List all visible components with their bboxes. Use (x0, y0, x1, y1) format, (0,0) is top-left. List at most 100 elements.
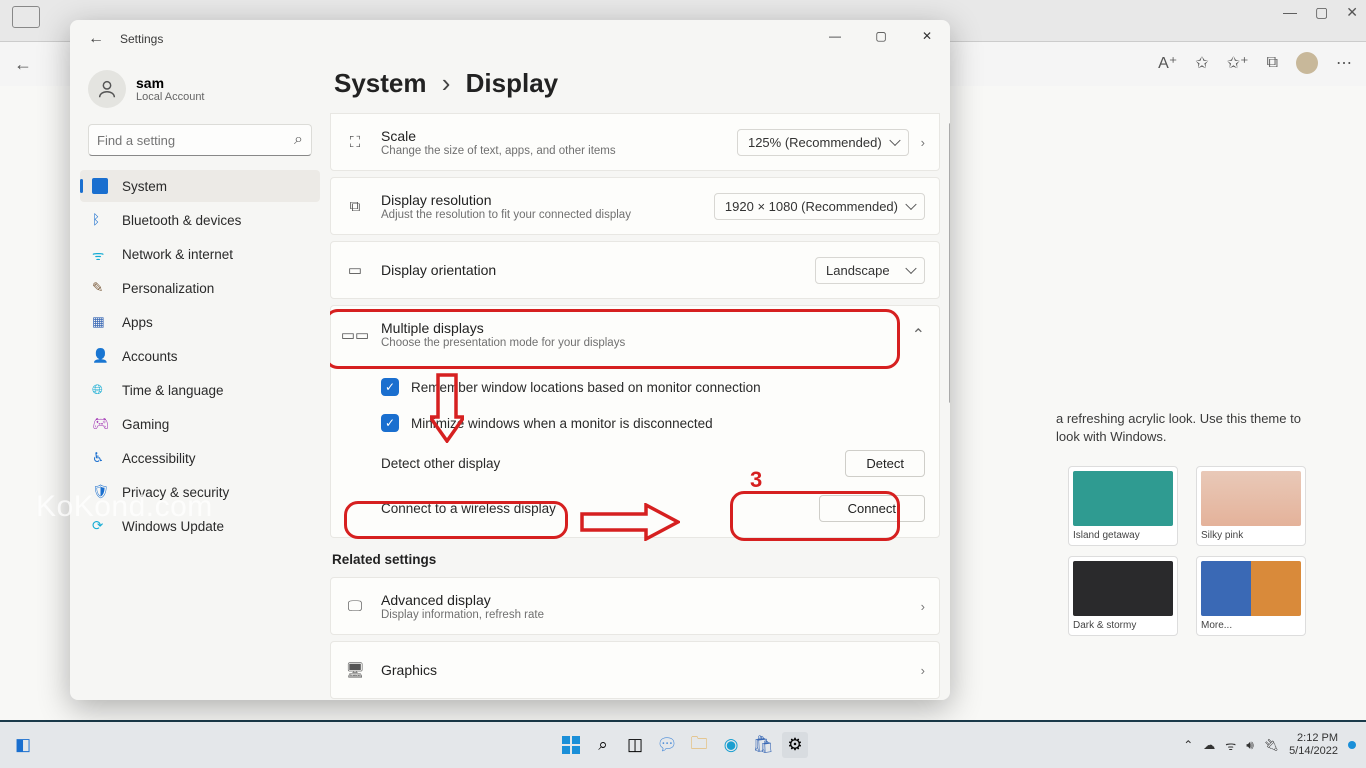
brush-icon: ✎ (92, 280, 108, 296)
remember-locations-row[interactable]: ✓ Remember window locations based on mon… (331, 369, 939, 405)
chevron-right-icon: › (921, 663, 925, 678)
theme-tile-island[interactable]: Island getaway (1068, 466, 1178, 546)
settings-nav: System ᛒBluetooth & devices ᯤNetwork & i… (74, 168, 326, 544)
graphics-icon: 🖥︎ (345, 661, 365, 679)
resolution-dropdown[interactable]: 1920 × 1080 (Recommended) (714, 193, 925, 220)
user-name: sam (136, 75, 205, 91)
window-close-button[interactable]: ✕ (904, 20, 950, 52)
settings-content[interactable]: ⛶ Scale Change the size of text, apps, a… (330, 113, 950, 700)
nav-apps[interactable]: ▦Apps (80, 306, 320, 338)
taskbar: ◧ ⌕ ◫ 💬︎ 🗀 ◉ 🛍︎ ⚙ ⌃ ☁︎ ᯤ 🔊︎ 🔌︎ 2:12 PM 5… (0, 722, 1366, 768)
window-minimize-button[interactable]: — (812, 20, 858, 52)
file-explorer-icon[interactable]: 🗀 (686, 732, 712, 758)
minimize-windows-row[interactable]: ✓ Minimize windows when a monitor is dis… (331, 405, 939, 441)
monitor-icon: 🖵 (345, 598, 365, 615)
shield-icon: 🛡︎ (92, 484, 108, 500)
connect-wireless-row: Connect to a wireless display Connect (331, 486, 939, 531)
favorites-bar-icon[interactable]: ✩⁺ (1227, 53, 1249, 73)
graphics-row[interactable]: 🖥︎ Graphics › (330, 641, 940, 699)
browser-minimize-icon[interactable]: — (1283, 4, 1297, 21)
volume-tray-icon[interactable]: 🔊︎ (1246, 738, 1254, 753)
update-icon: ⟳ (92, 518, 108, 534)
multiple-displays-row[interactable]: ▭▭ Multiple displays Choose the presenta… (330, 305, 940, 363)
read-aloud-icon[interactable]: A⁺ (1158, 53, 1177, 73)
tray-chevron-icon[interactable]: ⌃ (1183, 738, 1193, 752)
detect-button[interactable]: Detect (845, 450, 925, 477)
minimize-checkbox[interactable]: ✓ (381, 414, 399, 432)
settings-title: Settings (120, 32, 163, 46)
search-input[interactable] (97, 133, 294, 148)
connect-button[interactable]: Connect (819, 495, 925, 522)
browser-maximize-icon[interactable]: ▢ (1315, 4, 1328, 21)
orientation-dropdown[interactable]: Landscape (815, 257, 925, 284)
theme-tile-silky[interactable]: Silky pink (1196, 466, 1306, 546)
nav-system[interactable]: System (80, 170, 320, 202)
orientation-row: ▭ Display orientation Landscape (330, 241, 940, 299)
notifications-icon[interactable] (1348, 741, 1356, 749)
user-block[interactable]: sam Local Account (74, 62, 326, 122)
advanced-display-row[interactable]: 🖵 Advanced display Display information, … (330, 577, 940, 635)
settings-window: ← Settings — ▢ ✕ sam Local Account ⌕ (70, 20, 950, 700)
nav-privacy[interactable]: 🛡︎Privacy & security (80, 476, 320, 508)
profile-avatar-icon[interactable] (1296, 52, 1318, 74)
multiple-displays-expanded: ✓ Remember window locations based on mon… (330, 363, 940, 538)
wifi-tray-icon[interactable]: ᯤ (1225, 737, 1236, 754)
search-icon[interactable]: ⌕ (590, 732, 616, 758)
remember-checkbox[interactable]: ✓ (381, 378, 399, 396)
taskbar-clock[interactable]: 2:12 PM 5/14/2022 (1289, 732, 1338, 757)
browser-tab-icon[interactable] (12, 6, 40, 28)
window-maximize-button[interactable]: ▢ (858, 20, 904, 52)
bluetooth-icon: ᛒ (92, 212, 108, 228)
theme-tile-dark[interactable]: Dark & stormy (1068, 556, 1178, 636)
nav-windows-update[interactable]: ⟳Windows Update (80, 510, 320, 542)
scale-icon: ⛶ (345, 134, 365, 151)
collections-icon[interactable]: ⧉ (1267, 54, 1278, 72)
browser-close-icon[interactable]: ✕ (1346, 4, 1358, 21)
store-icon[interactable]: 🛍︎ (750, 732, 776, 758)
accessibility-icon: ♿︎ (92, 450, 108, 466)
nav-bluetooth[interactable]: ᛒBluetooth & devices (80, 204, 320, 236)
scale-dropdown[interactable]: 125% (Recommended) (737, 129, 909, 156)
widgets-icon[interactable]: ◧ (10, 732, 36, 758)
wifi-icon: ᯤ (92, 246, 108, 262)
nav-accounts[interactable]: 👤Accounts (80, 340, 320, 372)
globe-icon: 🌐︎ (92, 382, 108, 398)
settings-back-button[interactable]: ← (78, 26, 114, 52)
nav-personalization[interactable]: ✎Personalization (80, 272, 320, 304)
accounts-icon: 👤 (92, 348, 108, 364)
settings-sidebar: sam Local Account ⌕ System ᛒBluetooth & … (70, 58, 330, 700)
battery-tray-icon[interactable]: 🔌︎ (1264, 738, 1279, 752)
scale-row[interactable]: ⛶ Scale Change the size of text, apps, a… (330, 113, 940, 171)
related-settings-label: Related settings (332, 552, 940, 567)
user-account-type: Local Account (136, 91, 205, 103)
nav-time-language[interactable]: 🌐︎Time & language (80, 374, 320, 406)
favorite-icon[interactable]: ✩ (1195, 53, 1208, 73)
system-icon (92, 178, 108, 194)
find-setting-search[interactable]: ⌕ (88, 124, 312, 156)
chevron-right-icon: › (442, 68, 451, 98)
browser-back-button[interactable]: ← (14, 54, 32, 75)
resolution-row: ⧉ Display resolution Adjust the resoluti… (330, 177, 940, 235)
task-view-icon[interactable]: ◫ (622, 732, 648, 758)
onedrive-icon[interactable]: ☁︎ (1203, 738, 1215, 752)
nav-network[interactable]: ᯤNetwork & internet (80, 238, 320, 270)
settings-taskbar-icon[interactable]: ⚙ (782, 732, 808, 758)
apps-icon: ▦ (92, 314, 108, 330)
gaming-icon: 🎮︎ (92, 416, 108, 432)
breadcrumb: System › Display (330, 58, 950, 113)
breadcrumb-parent[interactable]: System (334, 68, 427, 98)
edge-icon[interactable]: ◉ (718, 732, 744, 758)
themes-description: a refreshing acrylic look. Use this them… (1056, 410, 1316, 446)
resolution-icon: ⧉ (345, 198, 365, 215)
nav-accessibility[interactable]: ♿︎Accessibility (80, 442, 320, 474)
theme-tile-more[interactable]: More... (1196, 556, 1306, 636)
theme-grid: Island getaway Silky pink Dark & stormy … (1068, 466, 1306, 636)
chat-icon[interactable]: 💬︎ (654, 732, 680, 758)
scrollbar-thumb[interactable] (949, 123, 950, 403)
nav-gaming[interactable]: 🎮︎Gaming (80, 408, 320, 440)
start-button[interactable] (558, 732, 584, 758)
browser-more-icon[interactable]: ⋯ (1336, 53, 1352, 73)
breadcrumb-current: Display (466, 68, 559, 98)
orientation-icon: ▭ (345, 261, 365, 279)
settings-titlebar: ← Settings — ▢ ✕ (70, 20, 950, 58)
